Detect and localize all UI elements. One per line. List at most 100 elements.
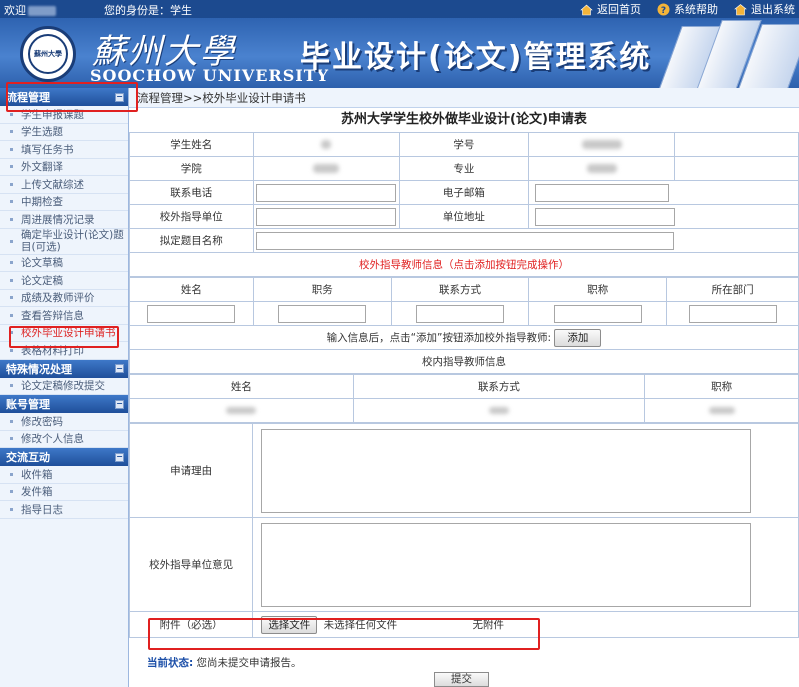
collapse-icon[interactable]: − [115, 399, 124, 409]
ext-title-cell [528, 301, 668, 326]
ext-contact-input[interactable] [416, 304, 505, 323]
proposed-title-label: 拟定题目名称 [129, 228, 254, 253]
ext-col-name: 姓名 [129, 277, 254, 302]
reason-textarea[interactable] [261, 428, 752, 513]
email-input[interactable] [535, 183, 670, 202]
phone-input[interactable] [256, 183, 396, 202]
submit-button[interactable]: 提交 [434, 672, 489, 687]
seal-inner: 蘇州大學 [28, 34, 68, 74]
bullet-icon [10, 165, 13, 169]
ext-position-input[interactable] [278, 304, 367, 323]
sidebar-item-edit-profile[interactable]: 修改个人信息 [0, 431, 128, 448]
sidebar-item-outbox[interactable]: 发件箱 [0, 484, 128, 501]
student-name-value [252, 132, 400, 157]
sidebar-item-translation[interactable]: 外文翻译 [0, 159, 128, 176]
ext-col-contact: 联系方式 [390, 277, 530, 302]
college-value [252, 156, 400, 181]
sidebar-item-draft[interactable]: 论文草稿 [0, 255, 128, 272]
logout-link[interactable]: 退出系统 [734, 1, 795, 17]
proposed-title-input[interactable] [255, 231, 674, 250]
ext-col-title: 职称 [528, 277, 668, 302]
ext-col-department: 所在部门 [666, 277, 799, 302]
email-cell [528, 180, 799, 205]
sidebar-item-midterm-check[interactable]: 中期检查 [0, 194, 128, 211]
ext-name-cell [129, 301, 254, 326]
add-teacher-button[interactable]: 添加 [554, 328, 602, 347]
books-decoration [649, 18, 799, 88]
ext-unit-input[interactable] [256, 207, 396, 226]
reason-cell [252, 423, 799, 518]
sidebar-item-change-password[interactable]: 修改密码 [0, 413, 128, 431]
ext-title-input[interactable] [553, 304, 642, 323]
phone-label: 联系电话 [129, 180, 254, 205]
ext-name-input[interactable] [147, 304, 236, 323]
bullet-icon [10, 296, 13, 300]
bullet-icon [10, 182, 13, 186]
sidebar-item-final-draft[interactable]: 论文定稿 [0, 272, 128, 290]
int-contact-value [352, 398, 646, 423]
unit-address-label: 单位地址 [398, 204, 530, 229]
blurred-value [708, 407, 735, 414]
int-col-contact: 联系方式 [352, 374, 646, 399]
bullet-icon [10, 437, 13, 441]
blurred-value [226, 407, 257, 414]
sidebar-item-literature-review[interactable]: 上传文献综述 [0, 176, 128, 194]
ext-teacher-table: 姓名 职务 联系方式 职称 所在部门 输入信息后，点击“添加”按钮添加校外指导教… [129, 277, 799, 374]
int-name-value [129, 398, 354, 423]
breadcrumb: 流程管理>>校外毕业设计申请书 [129, 88, 799, 108]
bullet-icon [10, 217, 13, 221]
int-teacher-title: 校内指导教师信息 [422, 356, 506, 368]
blurred-value [321, 140, 331, 149]
ext-position-cell [252, 301, 392, 326]
sidebar-item-task-book[interactable]: 填写任务书 [0, 141, 128, 159]
sidebar-item-weekly-progress[interactable]: 周进展情况记录 [0, 211, 128, 229]
sidebar-item-defense-info[interactable]: 查看答辩信息 [0, 307, 128, 325]
logout-icon [734, 3, 747, 16]
user-name-blurred [28, 6, 56, 16]
bullet-icon [10, 348, 13, 352]
sidebar-item-inbox[interactable]: 收件箱 [0, 466, 128, 484]
int-title-value [644, 398, 799, 423]
top-bar: 欢迎 您的身份是：学生 返回首页 ? 系统帮助 退出系统 [0, 0, 799, 18]
bullet-icon [10, 147, 13, 151]
university-seal-logo: 蘇州大學 [20, 26, 76, 82]
bullet-icon [10, 200, 13, 204]
highlight-box-attachment [148, 618, 540, 650]
ext-opinion-textarea[interactable] [261, 522, 752, 607]
sidebar-item-confirm-title[interactable]: 确定毕业设计(论文)题目(可选) [0, 229, 128, 255]
identity-text: 您的身份是：学生 [104, 4, 192, 17]
student-id-label: 学号 [398, 132, 530, 157]
major-value [528, 156, 676, 181]
help-link[interactable]: ? 系统帮助 [657, 1, 718, 17]
add-hint-cell: 输入信息后，点击“添加”按钮添加校外指导教师: 添加 [129, 325, 799, 350]
collapse-icon[interactable]: − [115, 364, 124, 373]
blurred-value [586, 164, 617, 173]
empty-cell [674, 156, 799, 181]
sidebar-item-final-revision[interactable]: 论文定稿修改提交 [0, 378, 128, 395]
blurred-value [313, 164, 339, 173]
sidebar-section-communication[interactable]: 交流互动 − [0, 448, 128, 466]
top-nav: 返回首页 ? 系统帮助 退出系统 [580, 1, 795, 17]
home-link[interactable]: 返回首页 [580, 1, 641, 17]
sidebar-item-grades[interactable]: 成绩及教师评价 [0, 290, 128, 307]
sidebar-section-account[interactable]: 账号管理 − [0, 395, 128, 413]
collapse-icon[interactable]: − [115, 452, 124, 462]
sidebar-item-guidance-log[interactable]: 指导日志 [0, 501, 128, 519]
bullet-icon [10, 112, 13, 116]
sidebar: 流程管理 − 学生申报课题 学生选题 填写任务书 外文翻译 上传文献综述 中期检… [0, 88, 129, 687]
ext-unit-label: 校外指导单位 [129, 204, 254, 229]
ext-contact-cell [390, 301, 530, 326]
sidebar-item-select-topic[interactable]: 学生选题 [0, 124, 128, 141]
svg-text:?: ? [661, 6, 666, 16]
add-hint-text: 输入信息后，点击“添加”按钮添加校外指导教师: [326, 331, 552, 344]
ext-department-input[interactable] [688, 304, 777, 323]
application-form: 苏州大学学生校外做毕业设计(论文)申请表 学生姓名 学号 学院 专业 联系电话 … [128, 108, 799, 638]
int-teacher-title-cell: 校内指导教师信息 [129, 349, 799, 374]
blurred-value [488, 407, 509, 414]
unit-address-input[interactable] [535, 207, 676, 226]
ext-col-position: 职务 [252, 277, 392, 302]
ext-teacher-note: 校外指导教师信息（点击添加按钮完成操作） [359, 259, 569, 271]
reason-table: 申请理由 校外指导单位意见 附件（必选） 选择文件 未选择任何文件 无附件 [128, 423, 799, 638]
int-col-title: 职称 [644, 374, 799, 399]
sidebar-section-special[interactable]: 特殊情况处理 − [0, 359, 128, 378]
